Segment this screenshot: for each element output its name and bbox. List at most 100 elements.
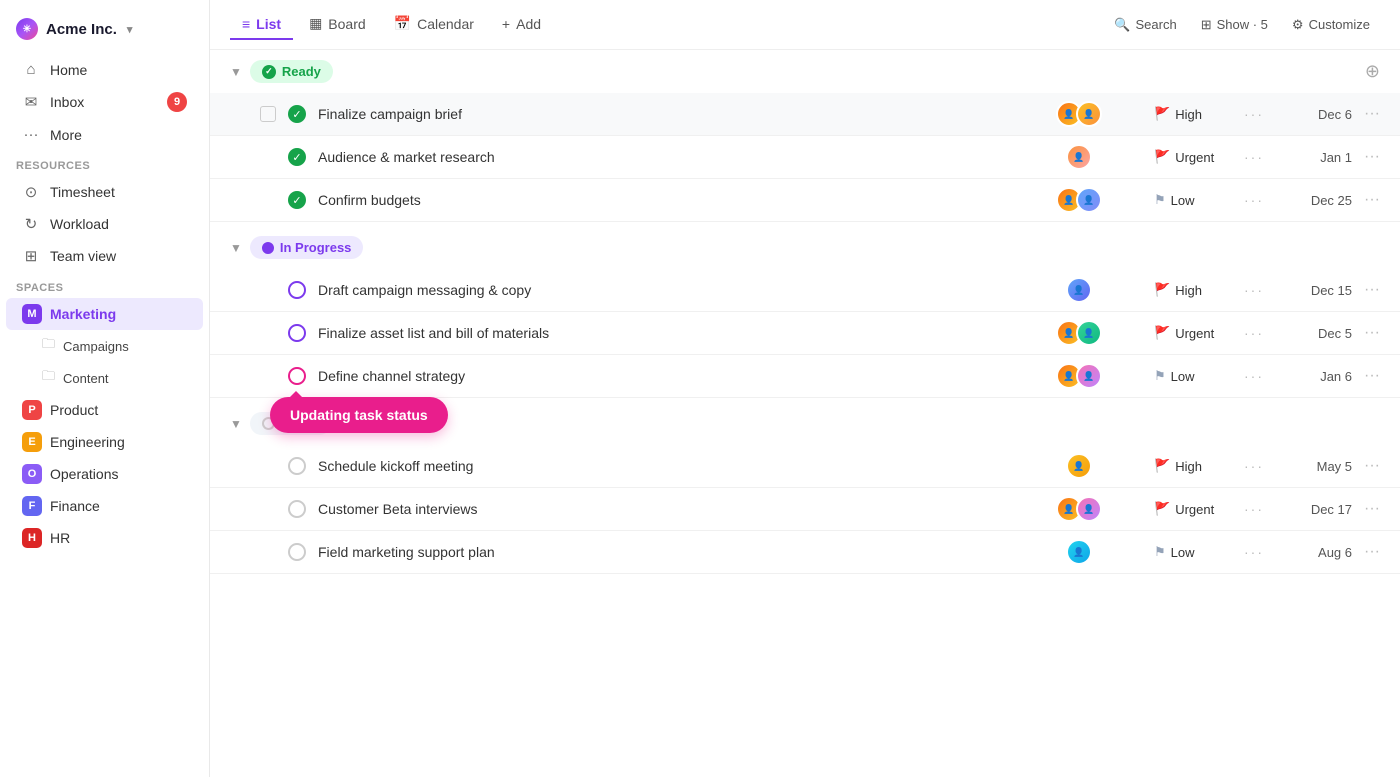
table-row[interactable]: Define channel strategy 👤 👤 ⚑ Low ··· Ja… — [210, 355, 1400, 398]
sidebar-subitem-content[interactable]: 🗀 Content — [6, 362, 203, 394]
show-icon: ⊞ — [1201, 17, 1212, 33]
inbox-label: Inbox — [50, 94, 84, 110]
sidebar: ✳ Acme Inc. ▾ ⌂ Home ✉ Inbox 9 ··· More … — [0, 0, 210, 777]
task-options-dots[interactable]: ··· — [1244, 282, 1272, 298]
task-options-dots[interactable]: ··· — [1244, 106, 1272, 122]
teamview-icon: ⊞ — [22, 247, 40, 265]
task-options-dots[interactable]: ··· — [1244, 501, 1272, 517]
product-label: Product — [50, 402, 98, 418]
priority-label: Urgent — [1175, 150, 1214, 165]
workload-label: Workload — [50, 216, 109, 232]
show-button[interactable]: ⊞ Show · 5 — [1191, 12, 1278, 38]
priority-label: High — [1175, 107, 1202, 122]
task-status-done-icon: ✓ — [288, 105, 306, 123]
table-row[interactable]: Customer Beta interviews 👤 👤 🚩 Urgent ··… — [210, 488, 1400, 531]
task-status-circle-icon — [288, 543, 306, 561]
sidebar-subitem-campaigns[interactable]: 🗀 Campaigns — [6, 330, 203, 362]
sidebar-item-product[interactable]: P Product — [6, 394, 203, 426]
task-more-icon[interactable]: ··· — [1364, 543, 1380, 561]
search-label: Search — [1136, 17, 1177, 32]
sidebar-item-workload[interactable]: ↻ Workload — [6, 208, 203, 240]
tab-board[interactable]: ▦ Board — [297, 9, 378, 40]
sidebar-item-inbox[interactable]: ✉ Inbox 9 — [6, 85, 203, 119]
task-status-circle-icon — [288, 500, 306, 518]
ready-collapse-arrow[interactable]: ▼ — [230, 65, 242, 79]
ready-status-badge[interactable]: ✓ Ready — [250, 60, 333, 83]
task-priority: 🚩 Urgent — [1154, 325, 1244, 341]
inbox-icon: ✉ — [22, 93, 40, 111]
task-more-icon[interactable]: ··· — [1364, 148, 1380, 166]
table-row[interactable]: Draft campaign messaging & copy 👤 🚩 High… — [210, 269, 1400, 312]
sidebar-item-finance[interactable]: F Finance — [6, 490, 203, 522]
task-options-dots[interactable]: ··· — [1244, 544, 1272, 560]
tab-board-label: Board — [328, 16, 365, 32]
todo-status-badge[interactable]: To Do — [250, 412, 331, 435]
add-tab-icon: + — [502, 16, 510, 32]
task-date: Jan 1 — [1282, 150, 1352, 165]
task-more-icon[interactable]: ··· — [1364, 457, 1380, 475]
table-row[interactable]: ✓ Confirm budgets 👤 👤 ⚑ Low ··· Dec 25 ·… — [210, 179, 1400, 222]
task-options-dots[interactable]: ··· — [1244, 325, 1272, 341]
task-more-icon[interactable]: ··· — [1364, 191, 1380, 209]
inprogress-status-badge[interactable]: In Progress — [250, 236, 364, 259]
customize-label: Customize — [1309, 17, 1370, 32]
task-options-dots[interactable]: ··· — [1244, 458, 1272, 474]
app-logo[interactable]: ✳ Acme Inc. ▾ — [0, 12, 209, 54]
sidebar-item-marketing[interactable]: M Marketing — [6, 298, 203, 330]
workload-icon: ↻ — [22, 215, 40, 233]
search-button[interactable]: 🔍 Search — [1104, 12, 1186, 38]
customize-button[interactable]: ⚙ Customize — [1282, 12, 1380, 38]
sidebar-item-teamview[interactable]: ⊞ Team view — [6, 240, 203, 272]
tab-calendar[interactable]: 📅 Calendar — [382, 9, 486, 40]
priority-label: High — [1175, 459, 1202, 474]
folder-content-icon: 🗀 — [42, 367, 55, 389]
task-more-icon[interactable]: ··· — [1364, 281, 1380, 299]
task-name: Customer Beta interviews — [318, 501, 1044, 517]
task-priority: 🚩 Urgent — [1154, 501, 1244, 517]
todo-label: To Do — [283, 416, 319, 431]
task-more-icon[interactable]: ··· — [1364, 105, 1380, 123]
table-row[interactable]: ✓ Audience & market research 👤 🚩 Urgent … — [210, 136, 1400, 179]
task-options-dots[interactable]: ··· — [1244, 149, 1272, 165]
task-more-icon[interactable]: ··· — [1364, 500, 1380, 518]
list-tab-icon: ≡ — [242, 16, 250, 32]
sidebar-item-home[interactable]: ⌂ Home — [6, 54, 203, 85]
task-checkbox[interactable] — [260, 106, 276, 122]
group-ready: ▼ ✓ Ready ⊕ ✓ Finalize campaign brief 👤 … — [210, 50, 1400, 222]
home-label: Home — [50, 62, 87, 78]
avatar: 👤 — [1076, 187, 1102, 213]
sidebar-item-hr[interactable]: H HR — [6, 522, 203, 554]
product-icon: P — [22, 400, 42, 420]
task-options-dots[interactable]: ··· — [1244, 368, 1272, 384]
sidebar-item-operations[interactable]: O Operations — [6, 458, 203, 490]
home-icon: ⌂ — [22, 61, 40, 78]
task-priority: 🚩 High — [1154, 458, 1244, 474]
table-row[interactable]: Schedule kickoff meeting 👤 🚩 High ··· Ma… — [210, 445, 1400, 488]
todo-collapse-arrow[interactable]: ▼ — [230, 417, 242, 431]
tab-add[interactable]: + Add — [490, 10, 553, 40]
tab-calendar-label: Calendar — [417, 16, 474, 32]
hr-label: HR — [50, 530, 70, 546]
table-row[interactable]: Field marketing support plan 👤 ⚑ Low ···… — [210, 531, 1400, 574]
task-more-icon[interactable]: ··· — [1364, 367, 1380, 385]
ready-add-button[interactable]: ⊕ — [1365, 61, 1380, 82]
task-date: Dec 6 — [1282, 107, 1352, 122]
tab-list[interactable]: ≡ List — [230, 10, 293, 40]
task-date: Jan 6 — [1282, 369, 1352, 384]
sidebar-item-timesheet[interactable]: ⊙ Timesheet — [6, 176, 203, 208]
todo-group-header: ▼ To Do — [210, 402, 1400, 445]
priority-label: Low — [1171, 545, 1195, 560]
inbox-badge: 9 — [167, 92, 187, 112]
task-options-dots[interactable]: ··· — [1244, 192, 1272, 208]
sidebar-item-more[interactable]: ··· More — [6, 119, 203, 150]
priority-label: Urgent — [1175, 326, 1214, 341]
customize-icon: ⚙ — [1292, 17, 1304, 33]
sidebar-item-engineering[interactable]: E Engineering — [6, 426, 203, 458]
inprogress-collapse-arrow[interactable]: ▼ — [230, 241, 242, 255]
task-more-icon[interactable]: ··· — [1364, 324, 1380, 342]
table-row[interactable]: Finalize asset list and bill of material… — [210, 312, 1400, 355]
priority-flag-icon: 🚩 — [1154, 325, 1170, 341]
task-status-inprog-icon — [288, 281, 306, 299]
table-row[interactable]: ✓ Finalize campaign brief 👤 👤 🚩 High ···… — [210, 93, 1400, 136]
folder-campaigns-icon: 🗀 — [42, 335, 55, 357]
